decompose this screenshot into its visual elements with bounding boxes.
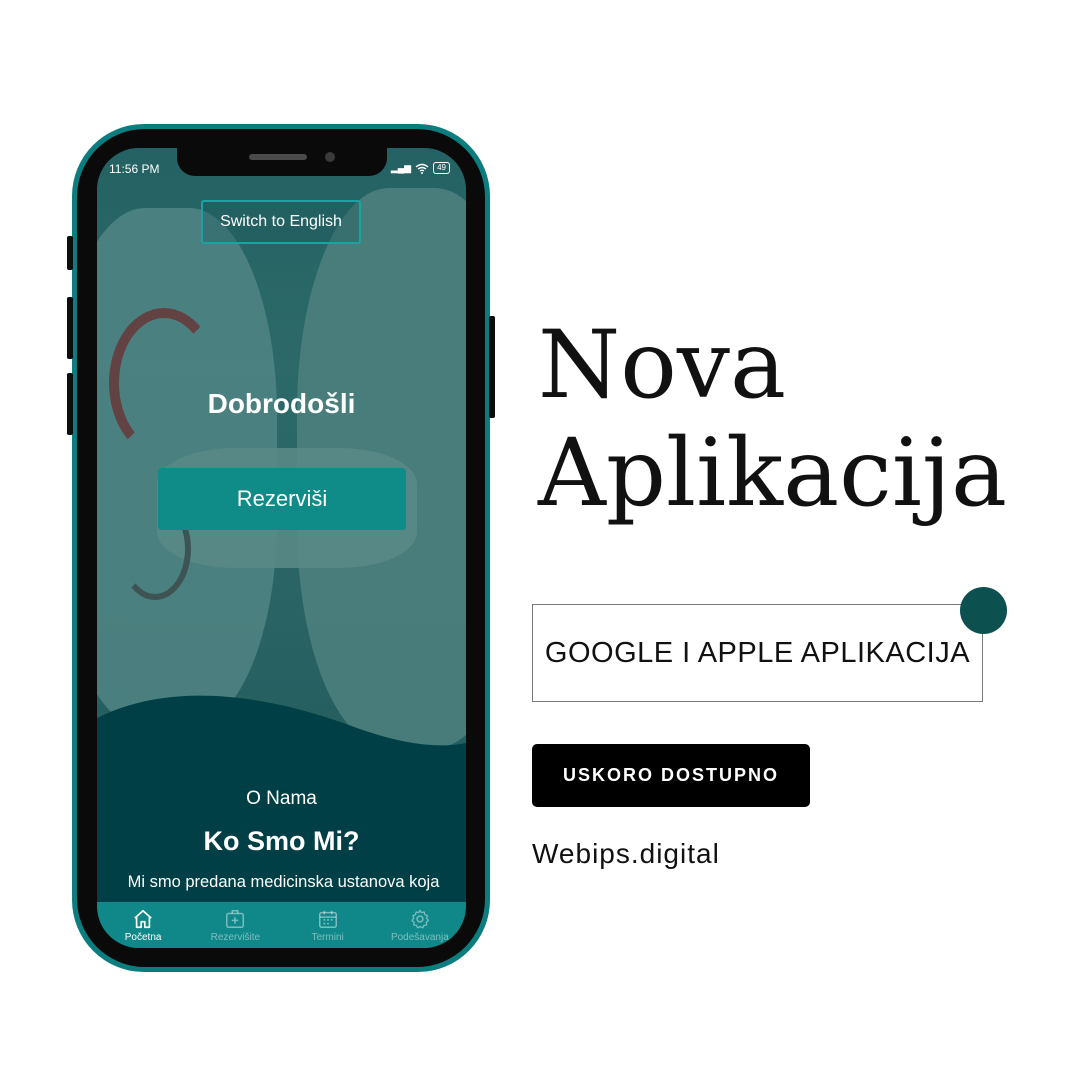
tab-label: Podešavanja <box>390 932 449 943</box>
tab-label: Termini <box>311 932 344 943</box>
tab-pocetna[interactable]: Početna <box>97 902 189 948</box>
headline-line-2: Aplikacija <box>538 419 1008 528</box>
about-title: Ko Smo Mi? <box>203 826 360 856</box>
tab-termini[interactable]: Termini <box>282 902 374 948</box>
about-text: Mi smo predana medicinska ustanova koja <box>127 873 440 891</box>
phone-side-button-left-1 <box>67 236 73 270</box>
headline-line-1: Nova <box>538 311 786 420</box>
tab-label: Početna <box>124 932 162 943</box>
phone-side-button-left-2 <box>67 297 73 359</box>
phone-side-button-right <box>489 316 495 418</box>
switch-language-button[interactable]: Switch to English <box>201 200 361 244</box>
decorative-dot <box>960 587 1007 634</box>
coming-soon-button[interactable]: USKORO DOSTUPNO <box>532 744 810 807</box>
phone-screen: 11:56 PM ▂▄▆ 49 Switch to English Dobrod… <box>97 148 466 948</box>
phone-notch <box>177 148 387 176</box>
bottom-tab-bar: Početna Rezervišite Termini Podešavanja <box>97 902 466 948</box>
tab-rezervisite[interactable]: Rezervišite <box>189 902 281 948</box>
home-icon <box>134 909 152 929</box>
status-icons: ▂▄▆ 49 <box>391 162 450 174</box>
wifi-icon <box>415 163 429 174</box>
signal-icon: ▂▄▆ <box>390 162 412 173</box>
website-label: Webips.digital <box>532 838 720 869</box>
tab-podesavanja[interactable]: Podešavanja <box>374 902 466 948</box>
welcome-title: Dobrodošli <box>207 388 356 419</box>
status-time: 11:56 PM <box>109 162 160 176</box>
phone-side-button-left-3 <box>67 373 73 435</box>
plus-box-icon <box>226 910 245 928</box>
speaker-grille <box>249 154 307 160</box>
about-label: O Nama <box>246 788 317 809</box>
front-camera <box>325 152 335 162</box>
gear-icon <box>411 909 429 929</box>
promo-headline: Nova Aplikacija <box>538 312 1058 528</box>
platforms-label: GOOGLE I APPLE APLIKACIJA <box>532 604 983 702</box>
reserve-button[interactable]: Rezerviši <box>158 468 406 530</box>
tab-label: Rezervišite <box>210 932 261 943</box>
calendar-icon <box>318 910 337 928</box>
battery-icon: 49 <box>433 162 450 174</box>
